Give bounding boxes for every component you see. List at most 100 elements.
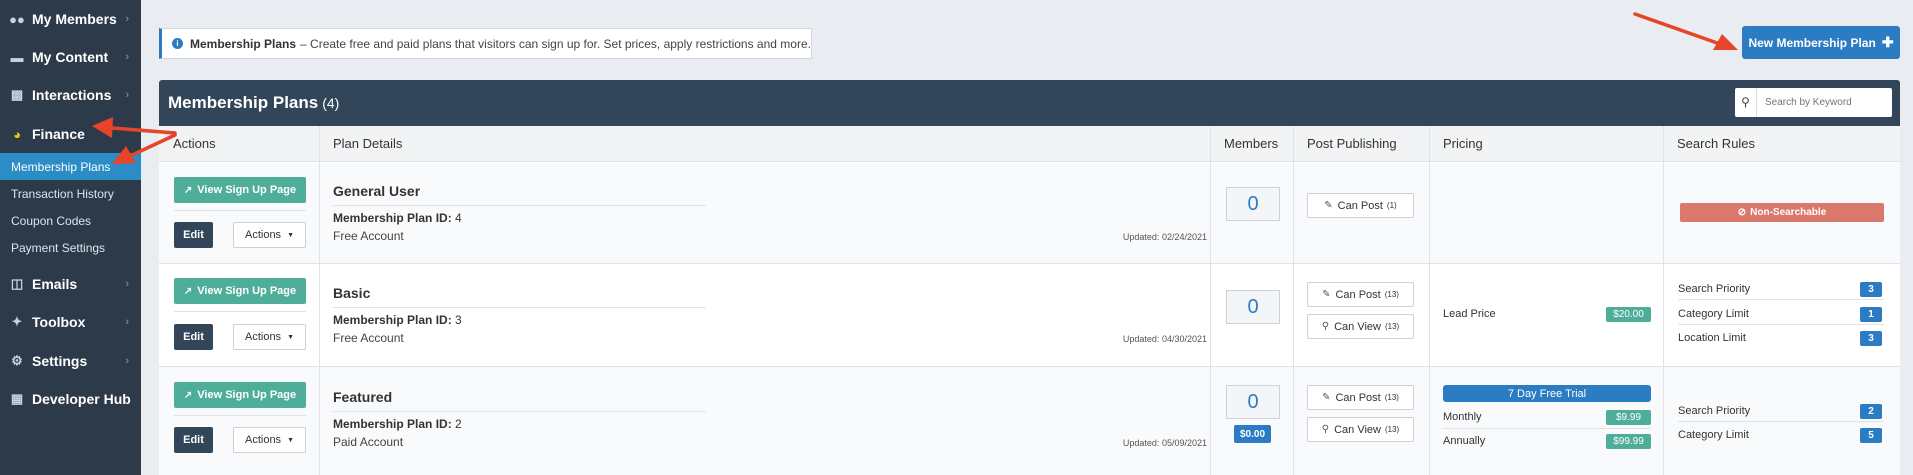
can-view-button[interactable]: ⚲ Can View (13) (1307, 314, 1414, 339)
column-divider (1293, 126, 1294, 475)
caret-down-icon: ▼ (287, 436, 294, 444)
sidebar-subitem-membership-plans[interactable]: Membership Plans (0, 153, 141, 180)
can-post-label: Can Post (1335, 391, 1381, 404)
panel-title-text: Membership Plans (168, 93, 319, 112)
sidebar-item-label: Developer Hub (32, 391, 131, 407)
new-plan-label: New Membership Plan (1748, 35, 1876, 50)
divider (333, 307, 706, 308)
column-header-pricing: Pricing (1443, 136, 1483, 151)
plan-updated: Updated: 05/09/2021 (1059, 438, 1207, 448)
plan-type: Free Account (333, 331, 404, 345)
sidebar-subitem-transaction-history[interactable]: Transaction History (0, 180, 141, 207)
divider (1678, 421, 1884, 422)
search-input[interactable] (1757, 97, 1887, 108)
banner-text: – Create free and paid plans that visito… (300, 36, 811, 51)
members-count[interactable]: 0 (1226, 290, 1280, 324)
plan-id: Membership Plan ID: 3 (333, 313, 462, 327)
rule-value: 2 (1860, 404, 1882, 419)
users-icon: ●● (9, 11, 25, 27)
rule-label: Location Limit (1678, 332, 1746, 344)
rule-label: Search Priority (1678, 283, 1751, 295)
view-signup-label: View Sign Up Page (197, 285, 297, 297)
actions-dropdown[interactable]: Actions ▼ (233, 427, 306, 453)
lead-price-badge: $20.00 (1606, 307, 1651, 322)
sidebar-item-toolbox[interactable]: ✦ Toolbox › (0, 303, 141, 341)
edit-button[interactable]: Edit (174, 427, 213, 453)
table-row: ↗ View Sign Up Page Edit Actions ▼ Featu… (159, 367, 1900, 475)
rule-value: 3 (1860, 331, 1882, 346)
chevron-right-icon: › (125, 89, 129, 101)
plan-id-label: Membership Plan ID: (333, 417, 452, 431)
view-signup-page-button[interactable]: ↗ View Sign Up Page (174, 177, 306, 203)
can-post-button[interactable]: ✎ Can Post (1) (1307, 193, 1414, 218)
can-post-count: (1) (1386, 201, 1397, 210)
arrowhead (1713, 34, 1738, 50)
sidebar-item-settings[interactable]: ⚙ Settings › (0, 342, 141, 380)
sidebar-item-interactions[interactable]: ▩ Interactions › (0, 76, 141, 114)
table-header: Actions Plan Details Members Post Publis… (159, 126, 1900, 162)
column-header-actions: Actions (173, 136, 216, 151)
can-post-label: Can Post (1335, 288, 1381, 301)
finance-submenu: Membership Plans Transaction History Cou… (0, 153, 141, 261)
edit-button[interactable]: Edit (174, 324, 213, 350)
comments-icon: ▩ (10, 87, 24, 102)
actions-dropdown[interactable]: Actions ▼ (233, 324, 306, 350)
plan-id: Membership Plan ID: 2 (333, 417, 462, 431)
divider (174, 311, 306, 312)
panel-header: Membership Plans (4) ⚲ (159, 80, 1900, 126)
members-count[interactable]: 0 (1226, 187, 1280, 221)
rule-value: 5 (1860, 428, 1882, 443)
sidebar-item-my-content[interactable]: ▬ My Content › (0, 38, 141, 76)
edit-icon: ✎ (1322, 289, 1331, 300)
divider (1678, 299, 1884, 300)
edit-icon: ✎ (1324, 200, 1333, 211)
sidebar-item-label: Finance (32, 126, 85, 142)
sidebar-subitem-coupon-codes[interactable]: Coupon Codes (0, 207, 141, 234)
edit-button[interactable]: Edit (174, 222, 213, 248)
actions-dropdown[interactable]: Actions ▼ (233, 222, 306, 248)
column-header-post-publishing: Post Publishing (1307, 136, 1397, 151)
search-icon: ⚲ (1735, 88, 1757, 117)
plus-icon: ✚ (1881, 34, 1894, 50)
can-view-button[interactable]: ⚲ Can View (13) (1307, 417, 1414, 442)
rule-label: Category Limit (1678, 429, 1749, 441)
plan-updated: Updated: 04/30/2021 (1059, 334, 1207, 344)
info-icon: i (172, 38, 183, 49)
members-price-badge: $0.00 (1234, 425, 1271, 443)
chevron-right-icon: › (125, 355, 129, 367)
divider (333, 411, 706, 412)
plan-id-value: 3 (455, 313, 462, 327)
members-count[interactable]: 0 (1226, 385, 1280, 419)
sidebar-subitem-payment-settings[interactable]: Payment Settings (0, 234, 141, 261)
sidebar-item-label: Interactions (32, 87, 112, 103)
chevron-right-icon: › (125, 13, 129, 25)
search-icon: ⚲ (1321, 321, 1330, 332)
plan-type: Free Account (333, 229, 404, 243)
view-signup-page-button[interactable]: ↗ View Sign Up Page (174, 382, 306, 408)
updated-date: 05/09/2021 (1161, 438, 1207, 448)
can-view-count: (13) (1384, 322, 1400, 331)
free-trial-badge: 7 Day Free Trial (1443, 385, 1651, 402)
panel-title: Membership Plans (4) (168, 93, 339, 113)
gear-icon: ⚙ (11, 353, 23, 368)
divider (1443, 428, 1651, 429)
lead-price-label: Lead Price (1443, 308, 1496, 320)
sidebar-item-developer-hub[interactable]: ▦ Developer Hub (0, 380, 141, 418)
chevron-right-icon: › (125, 316, 129, 328)
can-post-button[interactable]: ✎ Can Post (13) (1307, 282, 1414, 307)
view-signup-label: View Sign Up Page (197, 184, 297, 196)
pie-chart-icon: ◕ (13, 126, 21, 142)
view-signup-page-button[interactable]: ↗ View Sign Up Page (174, 278, 306, 304)
column-header-plan-details: Plan Details (333, 136, 403, 151)
edit-icon: ✎ (1322, 392, 1331, 403)
inbox-icon: ◫ (10, 276, 24, 291)
plan-updated: Updated: 02/24/2021 (1059, 232, 1207, 242)
can-post-button[interactable]: ✎ Can Post (13) (1307, 385, 1414, 410)
column-divider (1663, 126, 1664, 475)
can-view-count: (13) (1384, 425, 1400, 434)
new-membership-plan-button[interactable]: New Membership Plan ✚ (1742, 26, 1900, 59)
sidebar-item-my-members[interactable]: ●● My Members › (0, 0, 141, 38)
monthly-label: Monthly (1443, 411, 1482, 423)
sidebar-item-finance[interactable]: ◕ Finance (0, 115, 141, 153)
sidebar-item-emails[interactable]: ◫ Emails › (0, 265, 141, 303)
